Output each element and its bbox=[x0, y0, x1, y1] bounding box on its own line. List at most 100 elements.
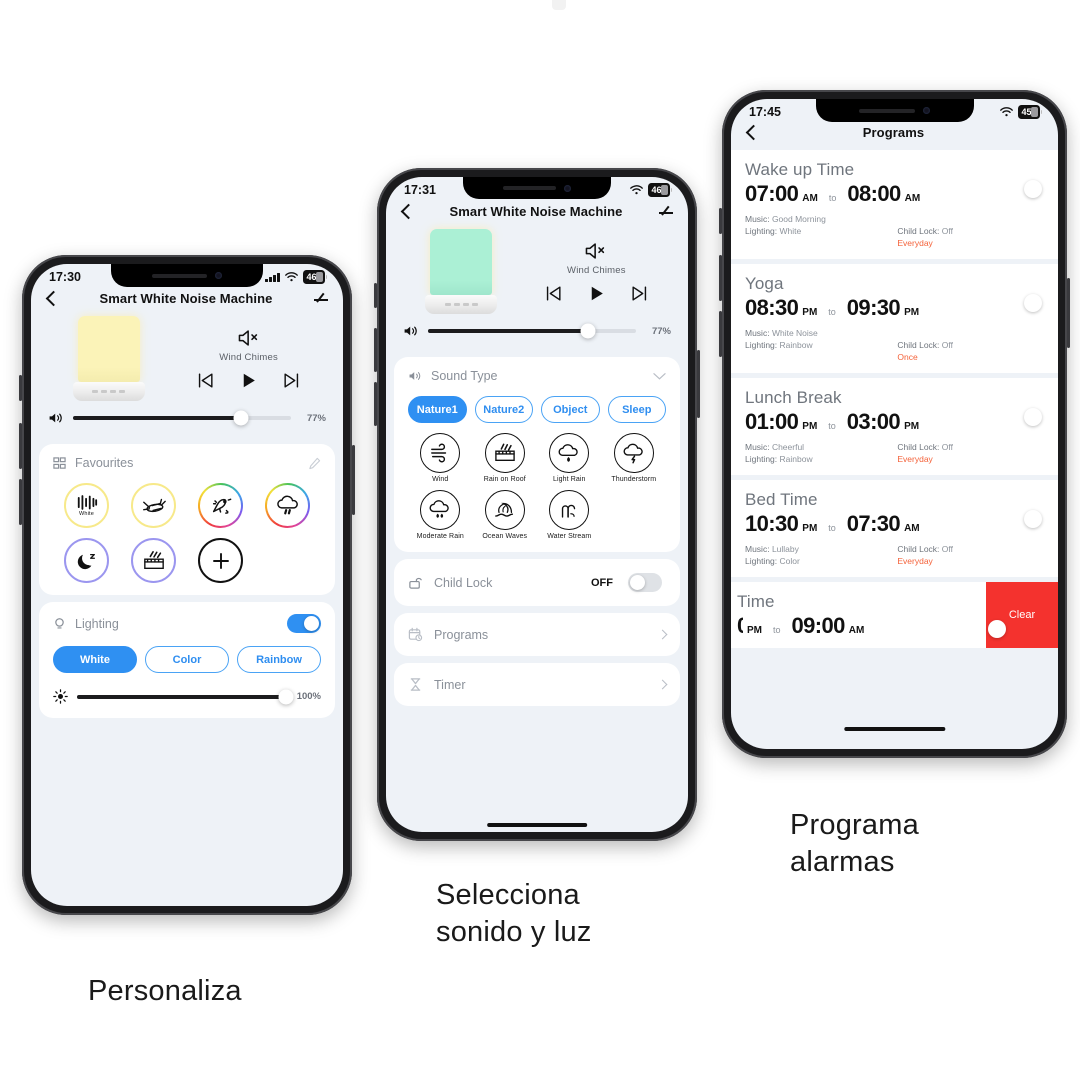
home-indicator bbox=[487, 823, 587, 827]
favourite-add[interactable] bbox=[187, 538, 254, 583]
program-row[interactable]: Bed Time 10:30 PM to 07:30 AM Music: Lul… bbox=[731, 480, 1058, 578]
caption-right: Programa alarmas bbox=[790, 809, 919, 879]
favourite-item[interactable]: White bbox=[53, 483, 120, 528]
program-row[interactable]: Lunch Break 01:00 PM to 03:00 PM Music: … bbox=[731, 378, 1058, 476]
program-start-time: 08:30 bbox=[745, 294, 799, 320]
phone-left: 17:30 46 Smart White Noise Machine Wind … bbox=[19, 255, 355, 915]
skip-next-icon[interactable] bbox=[282, 371, 301, 390]
ocean-waves-icon bbox=[484, 490, 525, 530]
program-name: Wake up Time bbox=[745, 160, 855, 179]
program-end-time: 09:30 bbox=[846, 294, 901, 320]
sound-label: Wind bbox=[432, 476, 449, 483]
favourite-item[interactable] bbox=[53, 538, 120, 583]
music-value: Cheerful bbox=[771, 441, 805, 452]
sound-water-stream[interactable]: Water Stream bbox=[537, 490, 602, 540]
program-start-ampm: PM bbox=[747, 624, 762, 636]
program-start-time: 01:00 bbox=[745, 408, 799, 434]
childlock-value: Off bbox=[941, 543, 953, 554]
skip-next-icon[interactable] bbox=[630, 284, 649, 303]
battery-indicator: 46 bbox=[647, 183, 672, 197]
grid-icon bbox=[53, 456, 66, 469]
volume-slider[interactable] bbox=[73, 410, 291, 426]
program-start-time-clipped: 0 bbox=[737, 613, 743, 639]
lighting-mode-color[interactable]: Color bbox=[145, 646, 229, 673]
phone-volume-up-button bbox=[719, 255, 722, 301]
skip-previous-icon[interactable] bbox=[196, 371, 215, 390]
favourites-empty-slot bbox=[254, 538, 321, 583]
front-camera bbox=[564, 184, 572, 192]
phone-right: 17:45 45 Programs Wake up Time 07:00 AM … bbox=[719, 90, 1070, 758]
sound-label: Light Rain bbox=[552, 476, 586, 483]
phone-power-button bbox=[697, 350, 700, 418]
phone-volume-down-button bbox=[19, 479, 22, 525]
brightness-value: 100% bbox=[296, 691, 321, 702]
favourite-item[interactable] bbox=[120, 483, 187, 528]
lighting-value: Rainbow bbox=[779, 454, 813, 465]
lighting-mode-rainbow[interactable]: Rainbow bbox=[237, 646, 321, 673]
child-lock-toggle[interactable] bbox=[628, 573, 662, 592]
timer-row[interactable]: Timer bbox=[394, 663, 680, 706]
favourite-item[interactable] bbox=[254, 483, 321, 528]
program-to-label: to bbox=[828, 522, 836, 533]
lighting-mode-white[interactable]: White bbox=[53, 646, 137, 673]
player-controls: Wind Chimes bbox=[521, 240, 672, 303]
brightness-slider[interactable] bbox=[77, 689, 294, 704]
program-to-label: to bbox=[773, 624, 781, 635]
sound-label: Ocean Waves bbox=[482, 533, 528, 540]
favourites-grid: White bbox=[53, 483, 321, 583]
sound-light-rain[interactable]: Light Rain bbox=[537, 433, 602, 483]
sound-wind[interactable]: Wind bbox=[408, 433, 473, 483]
childlock-label: Child Lock: bbox=[897, 543, 940, 554]
sound-moderate-rain[interactable]: Moderate Rain bbox=[408, 490, 473, 540]
child-lock-row[interactable]: Child Lock OFF bbox=[394, 559, 680, 606]
edit-pencil-icon[interactable] bbox=[313, 290, 329, 306]
sound-ocean-waves[interactable]: Ocean Waves bbox=[473, 490, 538, 540]
play-icon[interactable] bbox=[587, 284, 606, 303]
lamp-shade bbox=[77, 316, 140, 382]
cricket-icon bbox=[142, 498, 166, 512]
sound-type-title: Sound Type bbox=[431, 369, 498, 383]
tab-nature2[interactable]: Nature2 bbox=[474, 396, 533, 423]
lighting-toggle[interactable] bbox=[287, 614, 321, 633]
play-icon[interactable] bbox=[239, 371, 258, 390]
program-row[interactable]: Yoga 08:30 PM to 09:30 PM Music: White N… bbox=[731, 264, 1058, 374]
battery-indicator: 46 bbox=[302, 270, 327, 284]
sound-type-card: Sound Type Nature1 Nature2 Object Sleep bbox=[394, 357, 680, 552]
volume-slider[interactable] bbox=[428, 323, 636, 339]
lighting-label: Lighting: bbox=[745, 556, 778, 567]
favourite-item[interactable] bbox=[187, 483, 254, 528]
phone-notch bbox=[111, 264, 263, 287]
skip-previous-icon[interactable] bbox=[544, 284, 563, 303]
device-hero: Wind Chimes bbox=[31, 314, 343, 401]
rain-on-roof-icon bbox=[484, 433, 525, 473]
nav-bar: Smart White Noise Machine bbox=[386, 199, 688, 227]
edit-pencil-icon[interactable] bbox=[658, 203, 674, 219]
music-label: Music: bbox=[745, 441, 770, 452]
program-repeat: Everyday bbox=[897, 454, 933, 465]
chevron-down-icon[interactable] bbox=[653, 372, 666, 381]
speaker-mute-icon[interactable] bbox=[583, 240, 609, 262]
tab-object[interactable]: Object bbox=[541, 396, 600, 423]
earpiece-speaker bbox=[858, 108, 916, 113]
tab-nature1[interactable]: Nature1 bbox=[408, 396, 467, 423]
sound-empty-slot bbox=[602, 490, 667, 540]
tab-sleep[interactable]: Sleep bbox=[607, 396, 666, 423]
bird-icon bbox=[212, 498, 231, 514]
program-end-ampm: AM bbox=[904, 522, 920, 534]
speaker-mute-icon[interactable] bbox=[236, 327, 262, 349]
program-row[interactable]: Wake up Time 07:00 AM to 08:00 AM Music:… bbox=[731, 150, 1058, 260]
favourite-item[interactable] bbox=[120, 538, 187, 583]
program-row-swiped[interactable]: Time 0 PM to 09:00 AM Clear bbox=[731, 582, 1058, 648]
childlock-value: Off bbox=[941, 339, 953, 350]
sound-rain-on-roof[interactable]: Rain on Roof bbox=[473, 433, 538, 483]
lighting-value: Color bbox=[779, 556, 800, 567]
sound-thunderstorm[interactable]: Thunderstorm bbox=[602, 433, 667, 483]
decorative-notch-mark bbox=[552, 0, 566, 10]
program-name: Yoga bbox=[745, 274, 784, 294]
program-end-time: 07:30 bbox=[846, 510, 901, 536]
volume-value: 77% bbox=[306, 412, 326, 424]
lamp-base bbox=[72, 382, 145, 401]
program-start-ampm: PM bbox=[802, 522, 818, 534]
edit-pencil-icon[interactable] bbox=[308, 457, 321, 470]
programs-row[interactable]: Programs bbox=[394, 613, 680, 656]
